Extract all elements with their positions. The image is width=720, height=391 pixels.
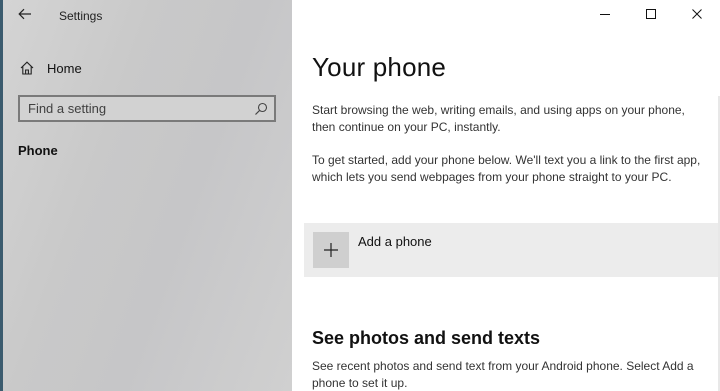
page-title: Your phone	[312, 52, 447, 82]
maximize-icon	[645, 7, 657, 25]
maximize-button[interactable]	[628, 0, 674, 32]
photos-description: See recent photos and send text from you…	[312, 359, 694, 390]
photos-section-title: See photos and send texts	[312, 328, 541, 348]
home-icon	[19, 60, 35, 76]
add-phone-button[interactable]: Add a phone	[304, 223, 718, 277]
search-input[interactable]	[20, 97, 240, 120]
search-box	[18, 95, 276, 122]
titlebar-left: Settings	[3, 0, 292, 32]
back-arrow-icon	[18, 7, 32, 25]
nav-home[interactable]: Home	[15, 56, 275, 80]
app-title: Settings	[59, 9, 103, 23]
back-button[interactable]	[11, 4, 39, 28]
plus-icon	[313, 232, 349, 268]
main-content: Your phone Start browsing the web, writi…	[292, 0, 720, 391]
search-icon[interactable]	[254, 102, 268, 116]
minimize-icon	[599, 7, 611, 25]
nav-home-label: Home	[47, 60, 82, 76]
window-controls	[582, 0, 720, 32]
minimize-button[interactable]	[582, 0, 628, 32]
sidebar: Settings Home Phone	[3, 0, 292, 391]
get-started-text: To get started, add your phone below. We…	[312, 153, 701, 184]
section-label-phone: Phone	[18, 143, 58, 158]
close-icon	[691, 7, 703, 25]
intro-text: Start browsing the web, writing emails, …	[312, 103, 685, 134]
close-button[interactable]	[674, 0, 720, 32]
add-phone-label: Add a phone	[358, 234, 432, 249]
